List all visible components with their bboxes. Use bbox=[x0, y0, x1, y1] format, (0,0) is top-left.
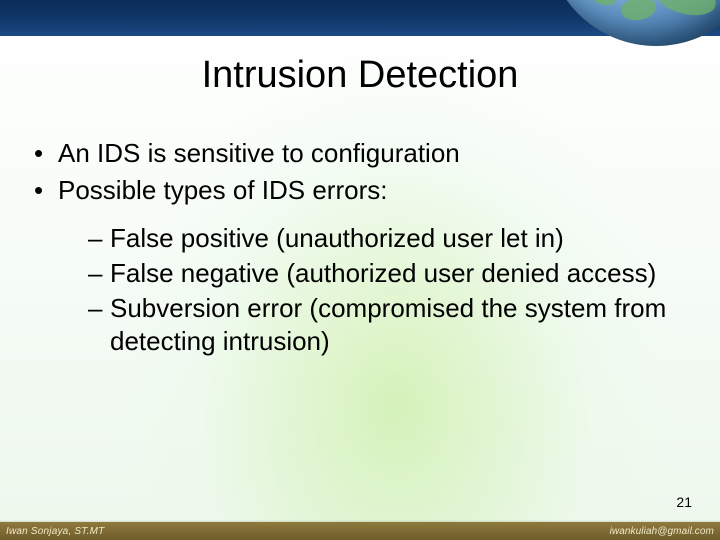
slide-body: An IDS is sensitive to configuration Pos… bbox=[28, 137, 692, 359]
slide: Intrusion Detection An IDS is sensitive … bbox=[0, 0, 720, 540]
bullet-item: An IDS is sensitive to configuration bbox=[28, 137, 692, 170]
bullet-list: An IDS is sensitive to configuration Pos… bbox=[28, 137, 692, 359]
footer-bar: Iwan Sonjaya, ST.MT iwankuliah@gmail.com bbox=[0, 522, 720, 540]
sub-bullet-list: False positive (unauthorized user let in… bbox=[58, 222, 692, 359]
sub-bullet-item: Subversion error (compromised the system… bbox=[58, 292, 692, 359]
sub-bullet-text: False positive (unauthorized user let in… bbox=[110, 223, 564, 253]
bullet-text: Possible types of IDS errors: bbox=[58, 175, 387, 205]
globe-decoration bbox=[556, 0, 720, 50]
page-number: 21 bbox=[676, 494, 692, 510]
sub-bullet-item: False negative (authorized user denied a… bbox=[58, 257, 692, 290]
bullet-item: Possible types of IDS errors: False posi… bbox=[28, 174, 692, 358]
footer-author: Iwan Sonjaya, ST.MT bbox=[6, 526, 104, 537]
bullet-text: An IDS is sensitive to configuration bbox=[58, 138, 460, 168]
top-bar bbox=[0, 0, 720, 36]
sub-bullet-item: False positive (unauthorized user let in… bbox=[58, 222, 692, 255]
footer-email: iwankuliah@gmail.com bbox=[610, 526, 714, 537]
sub-bullet-text: Subversion error (compromised the system… bbox=[110, 293, 666, 356]
sub-bullet-text: False negative (authorized user denied a… bbox=[110, 258, 656, 288]
slide-title: Intrusion Detection bbox=[0, 54, 720, 97]
